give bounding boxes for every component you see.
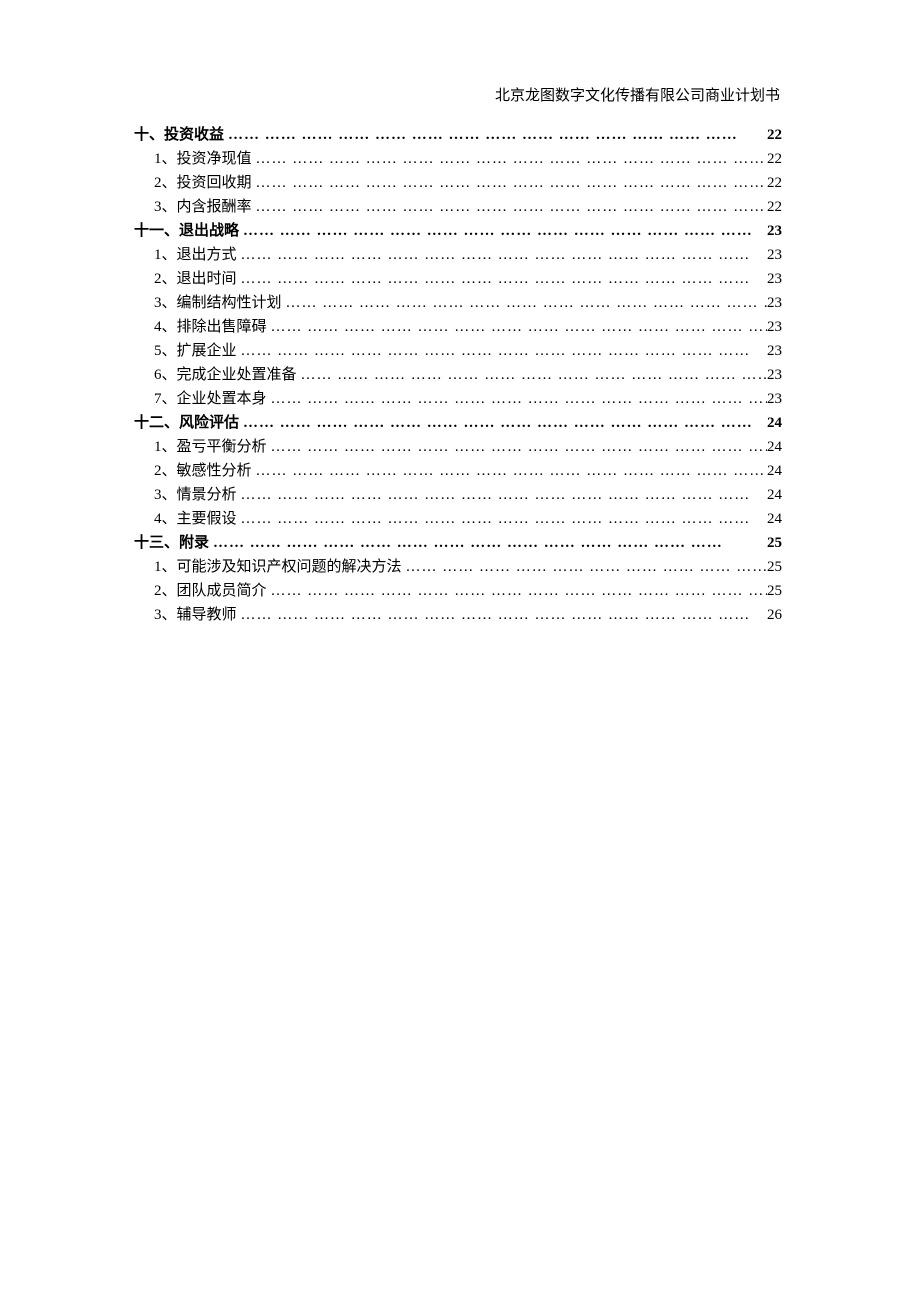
toc-item-page: 22 — [767, 171, 782, 195]
toc-leaders: …… …… …… …… …… …… …… …… …… …… …… …… …… …… — [224, 123, 767, 147]
toc-leaders: …… …… …… …… …… …… …… …… …… …… …… …… …… …… — [237, 603, 767, 627]
toc-leaders: …… …… …… …… …… …… …… …… …… …… …… …… …… …… — [252, 171, 767, 195]
toc-leaders: …… …… …… …… …… …… …… …… …… …… …… …… …… …… — [267, 387, 767, 411]
toc-item-label: 4、主要假设 — [154, 507, 237, 531]
toc-item-label: 6、完成企业处置准备 — [154, 363, 297, 387]
toc-section-label: 十一、退出战略 — [134, 219, 239, 243]
toc-item-label: 7、企业处置本身 — [154, 387, 267, 411]
toc-item-page: 24 — [767, 507, 782, 531]
toc-section: 十、投资收益…… …… …… …… …… …… …… …… …… …… …… …… — [134, 123, 782, 147]
toc-leaders: …… …… …… …… …… …… …… …… …… …… …… …… …… …… — [237, 243, 767, 267]
toc-item-page: 22 — [767, 147, 782, 171]
toc-item-label: 3、内含报酬率 — [154, 195, 252, 219]
toc-leaders: …… …… …… …… …… …… …… …… …… …… …… …… …… …… — [402, 555, 767, 579]
toc-item-page: 23 — [767, 339, 782, 363]
toc-item-label: 2、退出时间 — [154, 267, 237, 291]
toc-leaders: …… …… …… …… …… …… …… …… …… …… …… …… …… …… — [239, 219, 767, 243]
toc-leaders: …… …… …… …… …… …… …… …… …… …… …… …… …… …… — [237, 483, 767, 507]
document-page: 北京龙图数字文化传播有限公司商业计划书 十、投资收益…… …… …… …… ……… — [0, 0, 920, 627]
toc-section-label: 十二、风险评估 — [134, 411, 239, 435]
toc-leaders: …… …… …… …… …… …… …… …… …… …… …… …… …… …… — [237, 507, 767, 531]
toc-leaders: …… …… …… …… …… …… …… …… …… …… …… …… …… …… — [267, 315, 767, 339]
toc-item-label: 1、盈亏平衡分析 — [154, 435, 267, 459]
toc-item-label: 3、编制结构性计划 — [154, 291, 282, 315]
toc-item-label: 2、敏感性分析 — [154, 459, 252, 483]
toc-item: 1、可能涉及知识产权问题的解决方法…… …… …… …… …… …… …… ……… — [134, 555, 782, 579]
toc-leaders: …… …… …… …… …… …… …… …… …… …… …… …… …… …… — [282, 291, 767, 315]
toc-section: 十三、附录…… …… …… …… …… …… …… …… …… …… …… ……… — [134, 531, 782, 555]
toc-item-label: 2、团队成员简介 — [154, 579, 267, 603]
toc-leaders: …… …… …… …… …… …… …… …… …… …… …… …… …… …… — [267, 435, 767, 459]
toc-item-page: 22 — [767, 195, 782, 219]
toc-section-page: 22 — [767, 123, 782, 147]
toc-item-label: 3、辅导教师 — [154, 603, 237, 627]
toc-item: 2、敏感性分析…… …… …… …… …… …… …… …… …… …… …… … — [134, 459, 782, 483]
toc-item-label: 3、情景分析 — [154, 483, 237, 507]
toc-item: 2、退出时间…… …… …… …… …… …… …… …… …… …… …… …… — [134, 267, 782, 291]
toc-item: 4、主要假设…… …… …… …… …… …… …… …… …… …… …… …… — [134, 507, 782, 531]
toc-section-page: 25 — [767, 531, 782, 555]
toc-section: 十二、风险评估…… …… …… …… …… …… …… …… …… …… …… … — [134, 411, 782, 435]
toc-item: 1、退出方式…… …… …… …… …… …… …… …… …… …… …… …… — [134, 243, 782, 267]
toc-item-page: 23 — [767, 387, 782, 411]
toc-item-label: 4、排除出售障碍 — [154, 315, 267, 339]
toc-section-page: 24 — [767, 411, 782, 435]
toc-item-label: 2、投资回收期 — [154, 171, 252, 195]
toc-leaders: …… …… …… …… …… …… …… …… …… …… …… …… …… …… — [252, 147, 767, 171]
toc-item: 7、企业处置本身…… …… …… …… …… …… …… …… …… …… ……… — [134, 387, 782, 411]
toc-section-label: 十三、附录 — [134, 531, 209, 555]
toc-item-page: 23 — [767, 267, 782, 291]
toc-section: 十一、退出战略…… …… …… …… …… …… …… …… …… …… …… … — [134, 219, 782, 243]
toc-item-page: 25 — [767, 579, 782, 603]
toc-item: 2、团队成员简介…… …… …… …… …… …… …… …… …… …… ……… — [134, 579, 782, 603]
toc-item: 4、排除出售障碍…… …… …… …… …… …… …… …… …… …… ……… — [134, 315, 782, 339]
table-of-contents: 十、投资收益…… …… …… …… …… …… …… …… …… …… …… …… — [134, 123, 782, 627]
page-header: 北京龙图数字文化传播有限公司商业计划书 — [134, 84, 782, 105]
toc-item-label: 1、可能涉及知识产权问题的解决方法 — [154, 555, 402, 579]
toc-item-label: 1、退出方式 — [154, 243, 237, 267]
toc-section-label: 十、投资收益 — [134, 123, 224, 147]
toc-item-page: 26 — [767, 603, 782, 627]
toc-item: 3、辅导教师…… …… …… …… …… …… …… …… …… …… …… …… — [134, 603, 782, 627]
toc-item-page: 23 — [767, 363, 782, 387]
toc-item-page: 24 — [767, 483, 782, 507]
toc-item-page: 23 — [767, 243, 782, 267]
toc-item-page: 24 — [767, 435, 782, 459]
toc-item: 5、扩展企业…… …… …… …… …… …… …… …… …… …… …… …… — [134, 339, 782, 363]
toc-item-page: 24 — [767, 459, 782, 483]
toc-leaders: …… …… …… …… …… …… …… …… …… …… …… …… …… …… — [237, 339, 767, 363]
toc-item: 3、内含报酬率…… …… …… …… …… …… …… …… …… …… …… … — [134, 195, 782, 219]
toc-leaders: …… …… …… …… …… …… …… …… …… …… …… …… …… …… — [252, 195, 767, 219]
toc-leaders: …… …… …… …… …… …… …… …… …… …… …… …… …… …… — [267, 579, 767, 603]
toc-item: 1、盈亏平衡分析…… …… …… …… …… …… …… …… …… …… ……… — [134, 435, 782, 459]
toc-item-page: 23 — [767, 291, 782, 315]
toc-item: 6、完成企业处置准备…… …… …… …… …… …… …… …… …… …… … — [134, 363, 782, 387]
toc-item: 3、编制结构性计划…… …… …… …… …… …… …… …… …… …… …… — [134, 291, 782, 315]
toc-item: 1、投资净现值…… …… …… …… …… …… …… …… …… …… …… … — [134, 147, 782, 171]
toc-leaders: …… …… …… …… …… …… …… …… …… …… …… …… …… …… — [237, 267, 767, 291]
toc-item: 3、情景分析…… …… …… …… …… …… …… …… …… …… …… …… — [134, 483, 782, 507]
toc-leaders: …… …… …… …… …… …… …… …… …… …… …… …… …… …… — [297, 363, 767, 387]
toc-leaders: …… …… …… …… …… …… …… …… …… …… …… …… …… …… — [239, 411, 767, 435]
toc-item-label: 5、扩展企业 — [154, 339, 237, 363]
toc-leaders: …… …… …… …… …… …… …… …… …… …… …… …… …… …… — [209, 531, 767, 555]
toc-leaders: …… …… …… …… …… …… …… …… …… …… …… …… …… …… — [252, 459, 767, 483]
toc-section-page: 23 — [767, 219, 782, 243]
toc-item-label: 1、投资净现值 — [154, 147, 252, 171]
toc-item-page: 25 — [767, 555, 782, 579]
toc-item-page: 23 — [767, 315, 782, 339]
toc-item: 2、投资回收期…… …… …… …… …… …… …… …… …… …… …… … — [134, 171, 782, 195]
